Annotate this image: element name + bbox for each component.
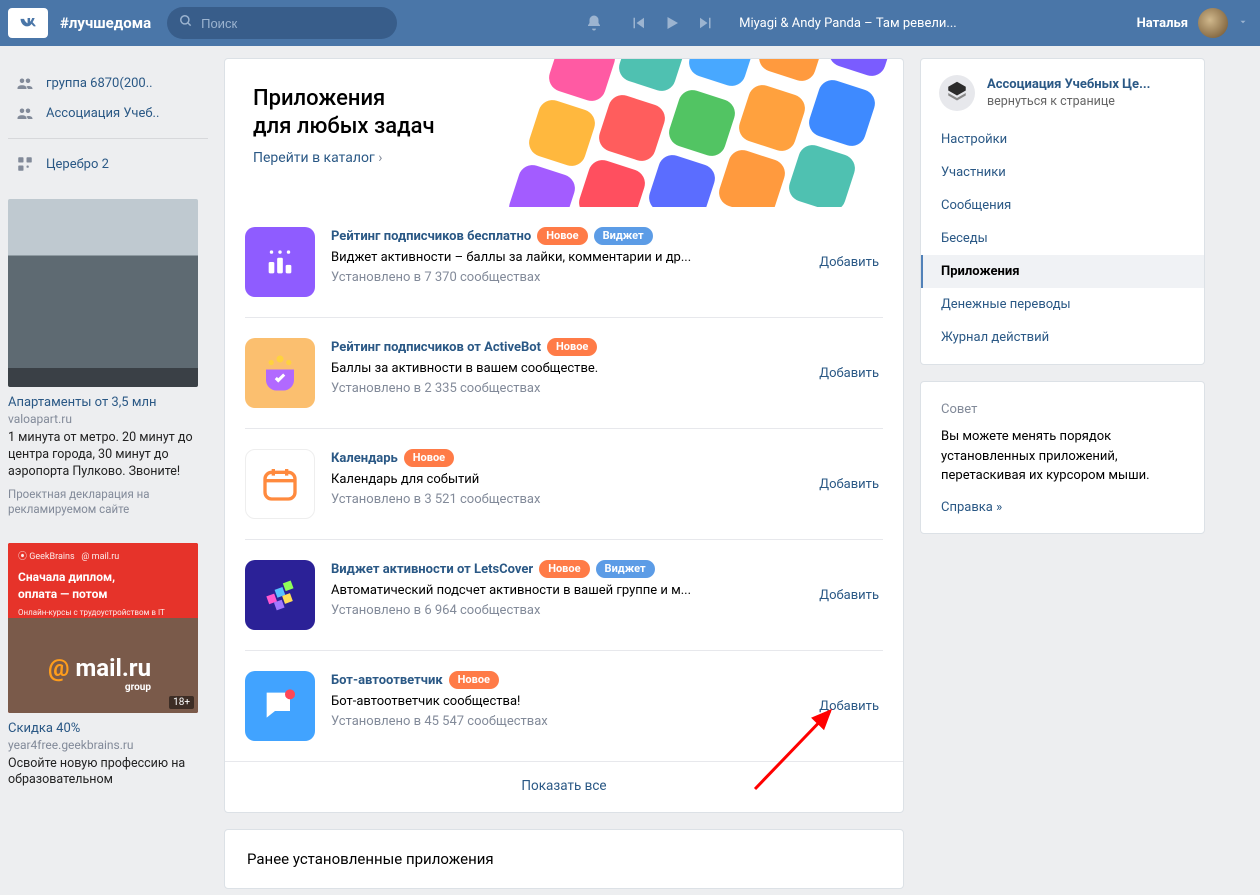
add-button[interactable]: Добавить <box>815 366 883 381</box>
banner-art <box>523 59 903 207</box>
tip-heading: Совет <box>941 402 1184 417</box>
app-title-link[interactable]: Рейтинг подписчиков бесплатно <box>331 229 531 244</box>
back-to-page-link[interactable]: вернуться к странице <box>987 94 1150 109</box>
menu-item[interactable]: Участники <box>921 156 1204 189</box>
hashtag-link[interactable]: #лучшедома <box>60 14 151 32</box>
ad-domain: valoapart.ru <box>8 412 208 426</box>
badge-new: Новое <box>404 449 454 467</box>
add-button[interactable]: Добавить <box>815 699 883 714</box>
music-next-icon[interactable] <box>695 12 717 34</box>
notifications-icon[interactable] <box>583 12 605 34</box>
badge-new: Новое <box>539 560 589 578</box>
app-title-link[interactable]: Рейтинг подписчиков от ActiveBot <box>331 340 541 355</box>
search-input[interactable] <box>201 16 385 31</box>
menu-item[interactable]: Настройки <box>921 123 1204 156</box>
app-desc: Бот-автоответчик сообщества! <box>331 694 781 709</box>
chevron-down-icon <box>1238 16 1248 31</box>
group-name-link[interactable]: Ассоциация Учебных Це... <box>987 77 1150 92</box>
app-icon[interactable] <box>245 560 315 630</box>
menu-item[interactable]: Беседы <box>921 222 1204 255</box>
sidebar-item[interactable]: Церебро 2 <box>8 149 208 179</box>
user-name: Наталья <box>1137 16 1188 31</box>
add-button[interactable]: Добавить <box>815 477 883 492</box>
app-icon[interactable] <box>245 227 315 297</box>
app-row: Календарь Новое Календарь для событий Устан… <box>245 429 883 540</box>
search-box[interactable] <box>167 7 397 39</box>
app-title-link[interactable]: Бот-автоответчик <box>331 673 443 688</box>
badge-widget: Виджет <box>596 560 655 578</box>
app-row: Рейтинг подписчиков от ActiveBot Новое Бал… <box>245 318 883 429</box>
app-row: Виджет активности от LetsCover Новое Видже… <box>245 540 883 651</box>
app-row: Рейтинг подписчиков бесплатно Новое Виджет… <box>245 207 883 318</box>
app-icon[interactable] <box>245 671 315 741</box>
previously-installed-heading: Ранее установленные приложения <box>225 830 903 888</box>
group-avatar[interactable] <box>939 75 975 111</box>
music-prev-icon[interactable] <box>627 12 649 34</box>
ad-image[interactable] <box>8 199 198 387</box>
ad-text: 1 минута от метро. 20 минут до центра го… <box>8 430 208 481</box>
ad-image[interactable]: ⦿ GeekBrains @ mail.ru Сначала диплом, о… <box>8 543 198 713</box>
app-icon[interactable] <box>245 449 315 519</box>
app-meta: Установлено в 2 335 сообществах <box>331 381 799 396</box>
app-meta: Установлено в 45 547 сообществах <box>331 714 799 729</box>
app-title-link[interactable]: Календарь <box>331 451 398 466</box>
menu-item[interactable]: Журнал действий <box>921 321 1204 354</box>
sidebar-item[interactable]: Ассоциация Учеб.. <box>8 98 208 128</box>
music-title[interactable]: Miyagi & Andy Panda – Там ревели... <box>739 16 957 31</box>
app-icon[interactable] <box>245 338 315 408</box>
app-meta: Установлено в 3 521 сообществах <box>331 492 799 507</box>
avatar <box>1198 8 1228 38</box>
app-meta: Установлено в 6 964 сообществах <box>331 603 799 618</box>
app-desc: Виджет активности – баллы за лайки, комм… <box>331 250 781 265</box>
ad-title[interactable]: Скидка 40% <box>8 721 208 736</box>
catalog-link[interactable]: Перейти в каталог <box>253 150 383 166</box>
badge-new: Новое <box>537 227 587 245</box>
add-button[interactable]: Добавить <box>815 255 883 270</box>
ad-title[interactable]: Апартаменты от 3,5 млн <box>8 395 208 410</box>
badge-new: Новое <box>547 338 597 356</box>
app-row: Бот-автоответчик Новое Бот-автоответчик со… <box>245 651 883 761</box>
app-desc: Баллы за активности в вашем сообществе. <box>331 361 781 376</box>
group-icon <box>16 74 36 92</box>
app-desc: Автоматический подсчет активности в ваше… <box>331 583 781 598</box>
menu-item[interactable]: Сообщения <box>921 189 1204 222</box>
ad-disclaimer: Проектная декларация на рекламируемом са… <box>8 487 208 517</box>
show-all-button[interactable]: Показать все <box>225 761 903 812</box>
user-menu[interactable]: Наталья <box>1137 8 1248 38</box>
badge-widget: Виджет <box>594 227 653 245</box>
vk-logo-icon[interactable] <box>8 8 48 38</box>
ad-text: Освойте новую профессию на образовательн… <box>8 756 208 790</box>
search-icon <box>179 14 193 32</box>
app-desc: Календарь для событий <box>331 472 781 487</box>
tip-help-link[interactable]: Справка » <box>941 500 1002 515</box>
sidebar-item-label: Ассоциация Учеб.. <box>46 106 159 121</box>
badge-new: Новое <box>449 671 499 689</box>
group-icon <box>16 104 36 122</box>
menu-item[interactable]: Приложения <box>921 255 1204 288</box>
sidebar-item[interactable]: группа 6870(200.. <box>8 68 208 98</box>
app-title-link[interactable]: Виджет активности от LetsCover <box>331 562 533 577</box>
ad-domain: year4free.geekbrains.ru <box>8 738 208 752</box>
tip-text: Вы можете менять порядок установленных п… <box>941 427 1184 486</box>
music-play-icon[interactable] <box>661 12 683 34</box>
menu-item[interactable]: Денежные переводы <box>921 288 1204 321</box>
add-button[interactable]: Добавить <box>815 588 883 603</box>
app-meta: Установлено в 7 370 сообществах <box>331 270 799 285</box>
sidebar-item-label: группа 6870(200.. <box>46 76 153 91</box>
group-icon <box>16 155 36 173</box>
sidebar-item-label: Церебро 2 <box>46 157 109 172</box>
